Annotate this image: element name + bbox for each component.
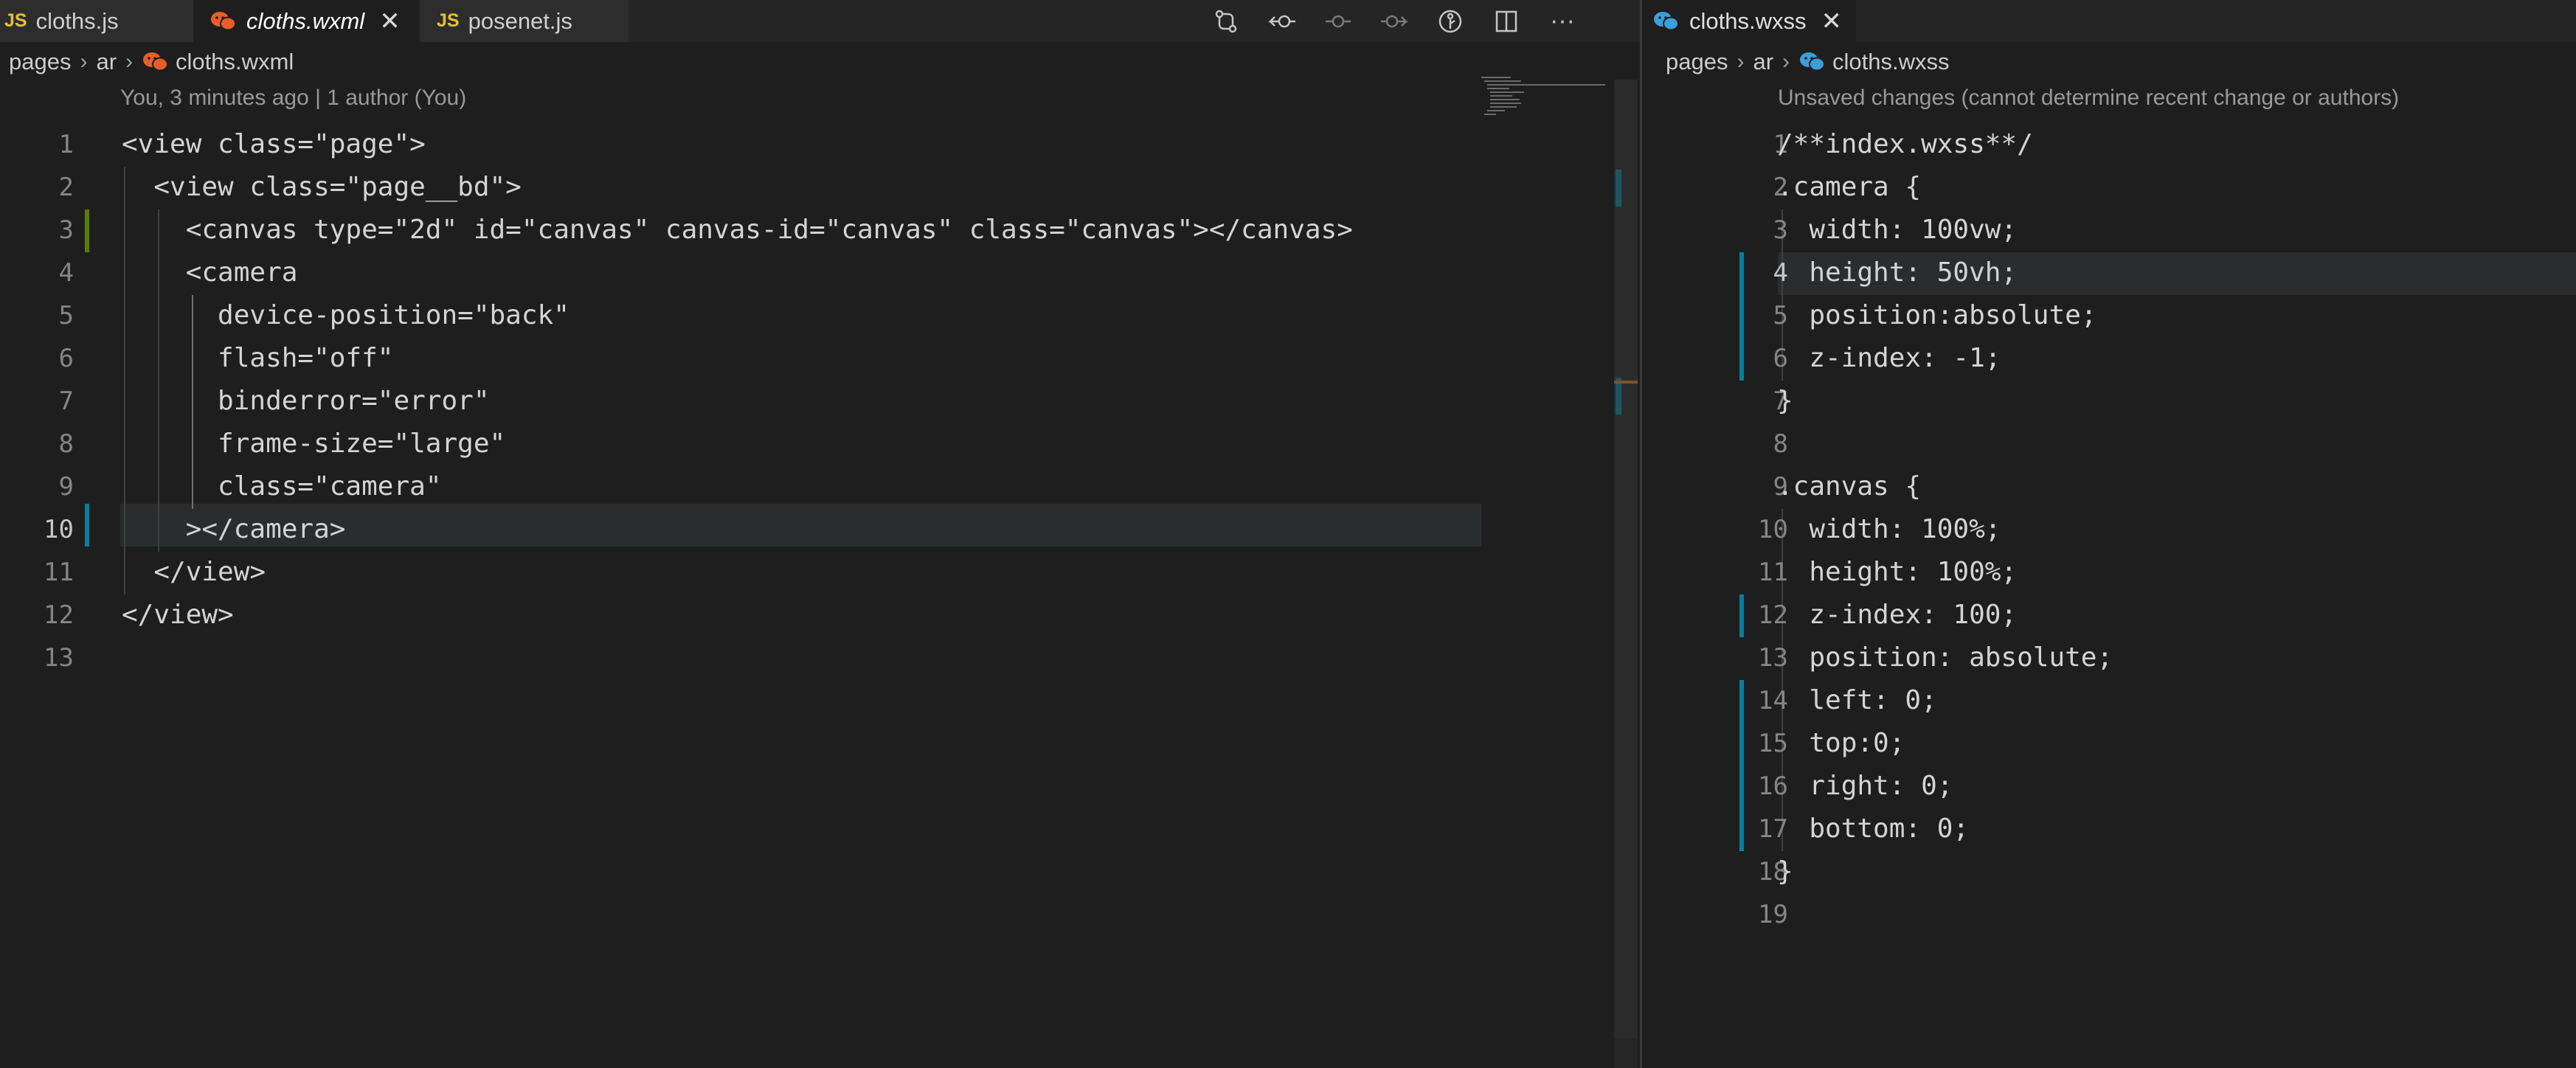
git-compare-icon[interactable] [1210,5,1242,38]
line-number[interactable]: 8 [30,423,74,465]
wechat-wxml-icon [210,10,238,33]
close-icon[interactable]: ✕ [1821,7,1842,36]
left-tab-bar: JS cloths.js cloths.wxml ✕ JS posenet.js [0,0,1640,42]
editor-toolbar: ··· [1210,0,1579,42]
code-line[interactable]: device-position="back" [122,294,569,337]
right-editor-group: cloths.wxss ✕ pages › ar › cloths.wxss U… [1642,0,2576,1068]
line-number[interactable]: 2 [30,166,74,209]
code-line[interactable]: z-index: -1; [1777,337,2001,380]
line-number[interactable]: 9 [30,465,74,508]
code-line[interactable]: right: 0; [1777,765,1953,808]
split-editor-icon[interactable] [1490,5,1523,38]
codelens-author[interactable]: You, 3 minutes ago | 1 author (You) [120,86,466,111]
code-line[interactable]: flash="off" [122,337,393,380]
code-line[interactable]: ></camera> [122,508,346,551]
code-line[interactable]: position:absolute; [1777,294,2097,337]
wechat-wxss-icon [1652,10,1680,33]
code-line[interactable]: class="camera" [122,465,441,508]
code-line[interactable]: frame-size="large" [122,423,505,465]
code-line[interactable]: <view class="page__bd"> [122,166,522,209]
tab-cloths-wxss[interactable]: cloths.wxss ✕ [1642,0,1856,42]
code-line[interactable]: } [1777,380,1793,423]
code-line[interactable]: binderror="error" [122,380,489,423]
wechat-wxss-icon [1798,50,1827,74]
code-line[interactable]: } [1777,850,1793,893]
line-number[interactable]: 3 [30,209,74,252]
breadcrumb: pages › ar › cloths.wxss [1666,44,1950,80]
git-lens-icon[interactable] [1434,5,1467,38]
code-line[interactable]: position: absolute; [1777,637,2113,679]
code-line[interactable]: .camera { [1777,166,1921,209]
js-file-icon: JS [437,10,460,31]
breadcrumb-item[interactable]: cloths.wxss [1832,49,1949,75]
tab-label: cloths.js [35,7,119,34]
added-line-marker [85,209,89,252]
breadcrumb-item[interactable]: cloths.wxml [176,49,294,75]
go-back-change-icon[interactable] [1266,5,1298,38]
code-line[interactable]: <view class="page"> [122,123,426,166]
code-line[interactable]: top:0; [1777,722,1905,765]
line-number[interactable]: 7 [30,380,74,423]
chevron-right-icon: › [125,49,134,74]
tab-cloths-js[interactable]: JS cloths.js [0,0,193,42]
chevron-right-icon: › [1737,49,1745,74]
code-line[interactable]: width: 100vw; [1777,209,2017,252]
close-icon[interactable]: ✕ [379,7,401,36]
code-line[interactable]: /**index.wxss**/ [1777,123,2033,166]
minimap[interactable] [1481,74,1607,118]
code-line[interactable]: </view> [122,594,234,637]
chevron-right-icon: › [80,49,88,74]
tab-label: cloths.wxss [1689,7,1807,34]
code-line[interactable]: bottom: 0; [1777,808,1969,850]
breadcrumb-item[interactable]: pages [1666,49,1728,75]
line-number[interactable]: 11 [30,551,74,594]
tab-label: cloths.wxml [246,7,365,34]
git-commit-icon[interactable] [1322,5,1354,38]
vertical-scrollbar[interactable] [1614,80,1638,1068]
tab-posenet-js[interactable]: JS posenet.js [420,0,629,42]
code-line[interactable]: </view> [122,551,266,594]
line-number[interactable]: 5 [30,294,74,337]
right-tab-bar: cloths.wxss ✕ [1642,0,2576,42]
modified-line-marker [85,504,89,547]
line-number[interactable]: 19 [1744,893,1788,936]
tab-label: posenet.js [468,7,572,34]
code-line[interactable]: z-index: 100; [1777,594,2017,637]
breadcrumb-item[interactable]: ar [96,49,117,75]
code-line[interactable]: .canvas { [1777,465,1921,508]
wechat-wxml-icon [142,50,170,74]
line-number[interactable]: 13 [30,637,74,679]
code-line[interactable]: height: 50vh; [1777,252,2017,294]
code-line[interactable]: width: 100%; [1777,508,2001,551]
chevron-right-icon: › [1782,49,1790,74]
breadcrumb-item[interactable]: ar [1753,49,1773,75]
breadcrumb-item[interactable]: pages [9,49,71,75]
breadcrumb: pages › ar › cloths.wxml [9,44,294,80]
line-number[interactable]: 12 [30,594,74,637]
line-number[interactable]: 6 [30,337,74,380]
code-line[interactable]: <canvas type="2d" id="canvas" canvas-id=… [122,209,1353,252]
js-file-icon: JS [4,10,27,31]
line-number[interactable]: 8 [1744,423,1788,465]
scrollbar-thumb[interactable] [1614,80,1638,1038]
tab-cloths-wxml[interactable]: cloths.wxml ✕ [193,0,419,42]
line-number[interactable]: 10 [30,508,74,551]
left-editor-group: JS cloths.js cloths.wxml ✕ JS posenet.js [0,0,1640,1068]
line-number[interactable]: 1 [30,123,74,166]
code-line[interactable]: left: 0; [1777,679,1936,722]
code-line[interactable]: height: 100%; [1777,551,2017,594]
codelens-author[interactable]: Unsaved changes (cannot determine recent… [1778,86,2399,111]
more-actions-icon[interactable]: ··· [1546,5,1579,38]
line-number[interactable]: 4 [30,252,74,294]
code-line[interactable]: <camera [122,252,298,294]
go-forward-change-icon[interactable] [1378,5,1410,38]
